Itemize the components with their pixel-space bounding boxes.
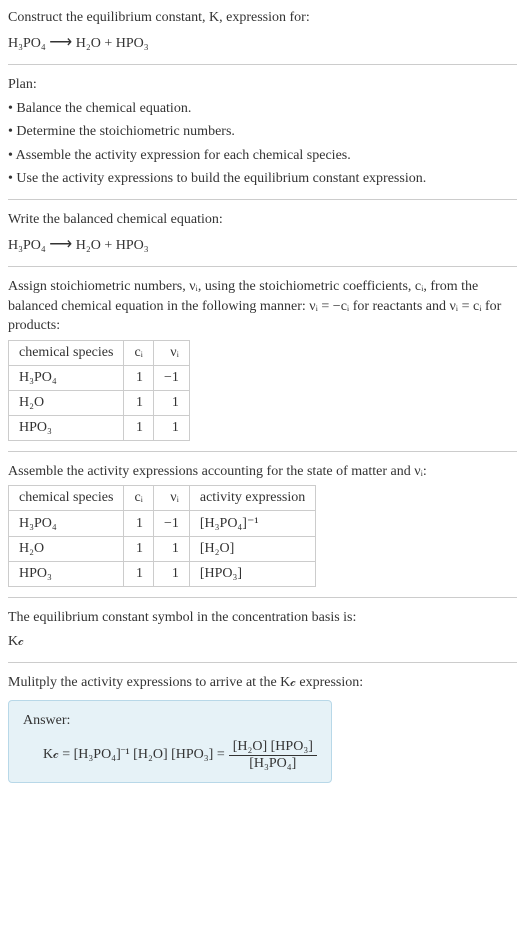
table-header-row: chemical species cᵢ νᵢ [9, 340, 190, 365]
plan-item-2: • Determine the stoichiometric numbers. [8, 122, 517, 142]
plan-section: Plan: • Balance the chemical equation. •… [8, 75, 517, 189]
cell-activity: [H₂O] [189, 537, 315, 562]
assign-text: Assign stoichiometric numbers, νᵢ, using… [8, 277, 517, 336]
divider [8, 64, 517, 65]
divider [8, 451, 517, 452]
cell-species: H₃PO₄ [9, 511, 124, 537]
divider [8, 597, 517, 598]
cell-species: H₂O [9, 390, 124, 415]
assign-section: Assign stoichiometric numbers, νᵢ, using… [8, 277, 517, 441]
balanced-equation: H₃PO₄ ⟶ H₂O + HPO₃ [8, 234, 517, 256]
plan-item-3: • Assemble the activity expression for e… [8, 146, 517, 166]
plan-item-4: • Use the activity expressions to build … [8, 169, 517, 189]
products: H₂O + HPO₃ [76, 36, 149, 51]
header-equation: H₃PO₄ ⟶ H₂O + HPO₃ [8, 32, 517, 54]
cell-nui: 1 [153, 537, 189, 562]
products: H₂O + HPO₃ [76, 238, 149, 253]
symbol-section: The equilibrium constant symbol in the c… [8, 608, 517, 651]
divider [8, 199, 517, 200]
activity-table: chemical species cᵢ νᵢ activity expressi… [8, 485, 316, 587]
table-row: H₃PO₄ 1 −1 [9, 365, 190, 390]
cell-nui: −1 [153, 365, 189, 390]
cell-species: HPO₃ [9, 415, 124, 440]
stoichiometric-table: chemical species cᵢ νᵢ H₃PO₄ 1 −1 H₂O 1 … [8, 340, 190, 441]
prompt-text: Construct the equilibrium constant, K, e… [8, 8, 517, 28]
symbol-value: K𝒸 [8, 632, 517, 652]
cell-nui: −1 [153, 511, 189, 537]
formula-fraction: [H₂O] [HPO₃] [H₃PO₄] [229, 739, 317, 772]
cell-activity: [HPO₃] [189, 562, 315, 587]
col-activity: activity expression [189, 486, 315, 511]
cell-species: H₃PO₄ [9, 365, 124, 390]
cell-nui: 1 [153, 562, 189, 587]
col-nui: νᵢ [153, 340, 189, 365]
cell-ci: 1 [124, 537, 154, 562]
header-section: Construct the equilibrium constant, K, e… [8, 8, 517, 54]
cell-ci: 1 [124, 562, 154, 587]
table-row: HPO₃ 1 1 [9, 415, 190, 440]
multiply-section: Mulitply the activity expressions to arr… [8, 673, 517, 783]
divider [8, 266, 517, 267]
answer-box: Answer: K𝒸 = [H₃PO₄]⁻¹ [H₂O] [HPO₃] = [H… [8, 700, 332, 783]
cell-activity: [H₃PO₄]⁻¹ [189, 511, 315, 537]
col-species: chemical species [9, 486, 124, 511]
plan-item-1: • Balance the chemical equation. [8, 99, 517, 119]
cell-ci: 1 [124, 365, 154, 390]
col-ci: cᵢ [124, 340, 154, 365]
balanced-section: Write the balanced chemical equation: H₃… [8, 210, 517, 256]
arrow-icon: ⟶ [49, 34, 72, 51]
plan-title: Plan: [8, 75, 517, 95]
table-row: HPO₃ 1 1 [HPO₃] [9, 562, 316, 587]
cell-ci: 1 [124, 511, 154, 537]
cell-nui: 1 [153, 390, 189, 415]
col-ci: cᵢ [124, 486, 154, 511]
activity-title: Assemble the activity expressions accoun… [8, 462, 517, 482]
cell-species: H₂O [9, 537, 124, 562]
table-row: H₂O 1 1 [H₂O] [9, 537, 316, 562]
cell-nui: 1 [153, 415, 189, 440]
cell-species: HPO₃ [9, 562, 124, 587]
arrow-icon: ⟶ [49, 236, 72, 253]
answer-formula: K𝒸 = [H₃PO₄]⁻¹ [H₂O] [HPO₃] = [H₂O] [HPO… [23, 739, 317, 772]
fraction-denominator: [H₃PO₄] [245, 756, 300, 772]
formula-lhs: K𝒸 = [H₃PO₄]⁻¹ [H₂O] [HPO₃] = [43, 747, 225, 763]
reactant: H₃PO₄ [8, 36, 46, 51]
reactant: H₃PO₄ [8, 238, 46, 253]
answer-label: Answer: [23, 711, 317, 731]
table-row: H₂O 1 1 [9, 390, 190, 415]
table-header-row: chemical species cᵢ νᵢ activity expressi… [9, 486, 316, 511]
multiply-text: Mulitply the activity expressions to arr… [8, 673, 517, 693]
cell-ci: 1 [124, 415, 154, 440]
balanced-title: Write the balanced chemical equation: [8, 210, 517, 230]
activity-section: Assemble the activity expressions accoun… [8, 462, 517, 588]
prompt-label: Construct the equilibrium constant, K, e… [8, 10, 310, 25]
cell-ci: 1 [124, 390, 154, 415]
symbol-text: The equilibrium constant symbol in the c… [8, 608, 517, 628]
col-species: chemical species [9, 340, 124, 365]
divider [8, 662, 517, 663]
table-row: H₃PO₄ 1 −1 [H₃PO₄]⁻¹ [9, 511, 316, 537]
col-nui: νᵢ [153, 486, 189, 511]
fraction-numerator: [H₂O] [HPO₃] [229, 739, 317, 756]
